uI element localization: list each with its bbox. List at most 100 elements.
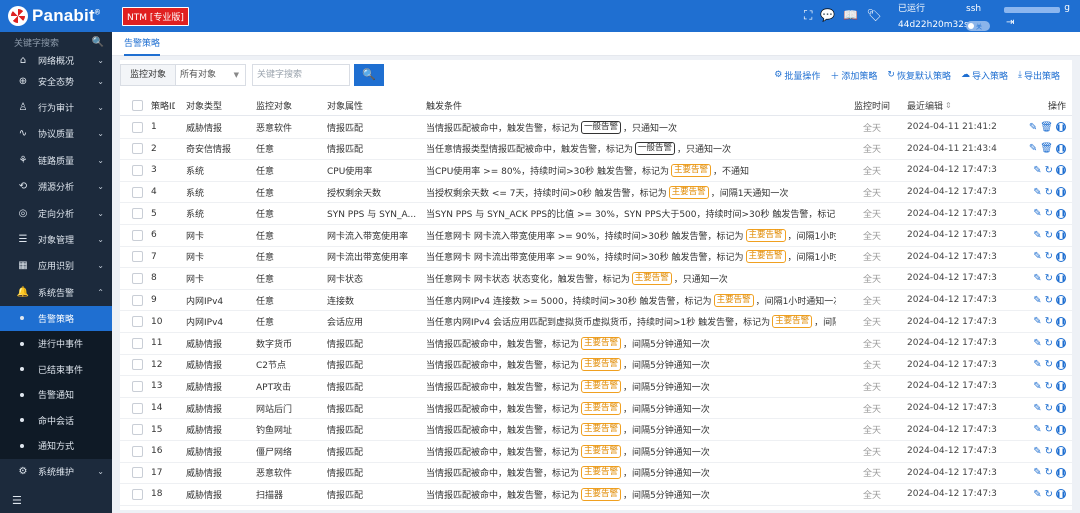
reset-icon[interactable]: ↻ <box>1045 165 1053 176</box>
row-checkbox[interactable] <box>132 467 143 479</box>
row-checkbox[interactable] <box>132 208 143 220</box>
pause-icon[interactable]: ❚❚ <box>1056 230 1066 241</box>
tab-alarm-policy[interactable]: 告警策略 <box>124 32 161 56</box>
reset-icon[interactable]: ↻ <box>1045 381 1053 392</box>
edit-icon[interactable]: ✎ <box>1029 143 1037 154</box>
row-checkbox[interactable] <box>132 380 143 392</box>
edit-icon[interactable]: ✎ <box>1033 273 1041 284</box>
row-checkbox[interactable] <box>132 121 143 133</box>
sidebar-search[interactable]: 关键字搜索 🔍 <box>0 32 112 52</box>
row-checkbox[interactable] <box>132 272 143 284</box>
user-name[interactable]: g <box>1004 3 1070 13</box>
sidebar-item-protocol[interactable]: ∿ 协议质量 ⌄ <box>0 121 112 147</box>
edit-icon[interactable]: ✎ <box>1033 316 1041 327</box>
ssh-toggle[interactable]: 关 <box>966 21 990 31</box>
delete-icon[interactable]: 🗑 <box>1040 143 1053 154</box>
reset-icon[interactable]: ↻ <box>1045 273 1053 284</box>
pause-icon[interactable]: ❚❚ <box>1056 467 1066 478</box>
logo[interactable]: Panabit® <box>0 0 112 32</box>
search-button[interactable]: 🔍 <box>354 64 384 86</box>
row-checkbox[interactable] <box>132 229 143 241</box>
reset-icon[interactable]: ↻ <box>1045 446 1053 457</box>
sidebar-item-audit[interactable]: ♙ 行为审计 ⌄ <box>0 94 112 120</box>
sidebar-subitem-ongoing-events[interactable]: 进行中事件 <box>0 331 112 357</box>
search-icon[interactable]: 🔍 <box>92 37 104 48</box>
pause-icon[interactable]: ❚❚ <box>1056 446 1066 457</box>
pause-icon[interactable]: ❚❚ <box>1056 165 1066 176</box>
pause-icon[interactable]: ❚❚ <box>1056 122 1066 133</box>
select-all-checkbox[interactable] <box>132 100 143 111</box>
sidebar-subitem-notify-methods[interactable]: 通知方式 <box>0 433 112 459</box>
pause-icon[interactable]: ❚❚ <box>1056 489 1066 500</box>
pause-icon[interactable]: ❚❚ <box>1056 316 1066 327</box>
pause-icon[interactable]: ❚❚ <box>1056 381 1066 392</box>
sidebar-item-maintenance[interactable]: ⚙ 系统维护 ⌄ <box>0 459 112 485</box>
edit-icon[interactable]: ✎ <box>1033 165 1041 176</box>
reset-icon[interactable]: ↻ <box>1045 338 1053 349</box>
chat-icon[interactable]: 💬 <box>820 8 835 23</box>
edit-icon[interactable]: ✎ <box>1033 187 1041 198</box>
batch-operation-button[interactable]: ⚙ 批量操作 <box>774 69 820 82</box>
row-checkbox[interactable] <box>132 424 143 436</box>
sidebar-subitem-alarm-notify[interactable]: 告警通知 <box>0 382 112 408</box>
reset-icon[interactable]: ↻ <box>1045 316 1053 327</box>
reset-icon[interactable]: ↻ <box>1045 489 1053 500</box>
expand-icon[interactable]: ⛶ <box>804 8 812 23</box>
row-checkbox[interactable] <box>132 337 143 349</box>
reset-icon[interactable]: ↻ <box>1045 467 1053 478</box>
edit-icon[interactable]: ✎ <box>1033 251 1041 262</box>
sidebar-item-directed[interactable]: ◎ 定向分析 ⌄ <box>0 200 112 226</box>
pause-icon[interactable]: ❚❚ <box>1056 208 1066 219</box>
add-policy-button[interactable]: ＋添加策略 <box>830 69 877 82</box>
reset-icon[interactable]: ↻ <box>1045 230 1053 241</box>
pause-icon[interactable]: ❚❚ <box>1056 403 1066 414</box>
sidebar-subitem-ended-events[interactable]: 已结束事件 <box>0 357 112 383</box>
reset-icon[interactable]: ↻ <box>1045 359 1053 370</box>
sidebar-item-trace[interactable]: ⟲ 溯源分析 ⌄ <box>0 174 112 200</box>
sidebar-item-objects[interactable]: ☰ 对象管理 ⌄ <box>0 226 112 252</box>
object-filter-select[interactable]: 所有对象 ▼ <box>176 64 246 86</box>
sidebar-item-overview[interactable]: ⌂ 网络概况 ⌄ <box>0 52 112 68</box>
pause-icon[interactable]: ❚❚ <box>1056 424 1066 435</box>
edit-icon[interactable]: ✎ <box>1033 424 1041 435</box>
edit-icon[interactable]: ✎ <box>1033 489 1041 500</box>
edit-icon[interactable]: ✎ <box>1033 230 1041 241</box>
row-checkbox[interactable] <box>132 186 143 198</box>
edit-icon[interactable]: ✎ <box>1033 295 1041 306</box>
edit-icon[interactable]: ✎ <box>1033 359 1041 370</box>
pause-icon[interactable]: ❚❚ <box>1056 273 1066 284</box>
edit-icon[interactable]: ✎ <box>1033 338 1041 349</box>
pause-icon[interactable]: ❚❚ <box>1056 187 1066 198</box>
row-checkbox[interactable] <box>132 164 143 176</box>
row-checkbox[interactable] <box>132 143 143 155</box>
edit-icon[interactable]: ✎ <box>1033 208 1041 219</box>
reset-icon[interactable]: ↻ <box>1045 187 1053 198</box>
row-checkbox[interactable] <box>132 402 143 414</box>
edit-icon[interactable]: ✎ <box>1033 403 1041 414</box>
pause-icon[interactable]: ❚❚ <box>1056 251 1066 262</box>
book-icon[interactable]: 📖 <box>843 8 858 23</box>
sidebar-subitem-alarm-policy[interactable]: 告警策略 <box>0 305 112 332</box>
row-checkbox[interactable] <box>132 445 143 457</box>
sidebar-item-link[interactable]: ⚘ 链路质量 ⌄ <box>0 147 112 173</box>
pause-icon[interactable]: ❚❚ <box>1056 359 1066 370</box>
pause-icon[interactable]: ❚❚ <box>1056 143 1066 154</box>
edit-icon[interactable]: ✎ <box>1033 467 1041 478</box>
reset-icon[interactable]: ↻ <box>1045 295 1053 306</box>
row-checkbox[interactable] <box>132 251 143 263</box>
reset-icon[interactable]: ↻ <box>1045 208 1053 219</box>
row-checkbox[interactable] <box>132 316 143 328</box>
edit-icon[interactable]: ✎ <box>1033 446 1041 457</box>
sort-icon[interactable]: ⇕ <box>945 101 952 110</box>
reset-icon[interactable]: ↻ <box>1045 251 1053 262</box>
reset-icon[interactable]: ↻ <box>1045 403 1053 414</box>
tag-icon[interactable]: 🏷 <box>866 8 881 23</box>
export-policy-button[interactable]: ⤓ 导出策略 <box>1018 69 1060 82</box>
delete-icon[interactable]: 🗑 <box>1040 122 1053 133</box>
sidebar-item-security[interactable]: ⊕ 安全态势 ⌄ <box>0 68 112 94</box>
import-policy-button[interactable]: ☁ 导入策略 <box>961 69 1008 82</box>
sidebar-item-apps[interactable]: ▦ 应用识别 ⌄ <box>0 253 112 279</box>
keyword-search-input[interactable] <box>252 64 350 86</box>
header-last-edit[interactable]: 最近编辑 ⇕ <box>907 96 997 115</box>
pause-icon[interactable]: ❚❚ <box>1056 338 1066 349</box>
